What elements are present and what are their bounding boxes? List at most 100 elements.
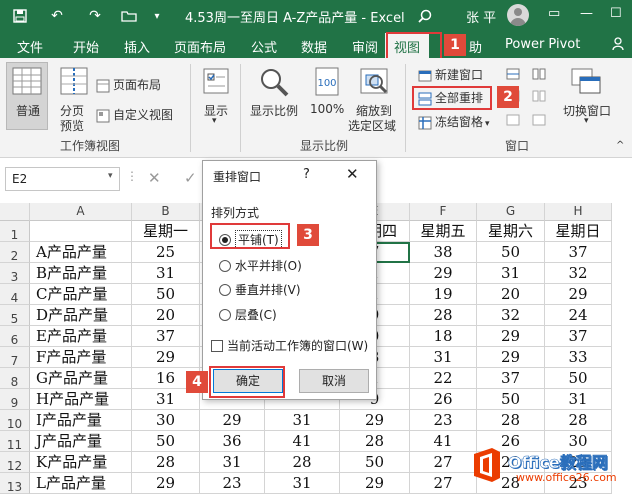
data-cell[interactable]: 28 bbox=[265, 452, 340, 473]
row-header[interactable]: 6 bbox=[0, 326, 30, 347]
zoom-icon[interactable] bbox=[258, 66, 290, 98]
data-cell[interactable]: 20 bbox=[132, 305, 200, 326]
column-header-b[interactable]: B bbox=[132, 203, 200, 221]
data-cell[interactable]: 29 bbox=[200, 410, 265, 431]
page-break-preview-label-2[interactable]: 预览 bbox=[60, 117, 84, 134]
data-cell[interactable]: B产品产量 bbox=[30, 263, 132, 284]
column-header-f[interactable]: F bbox=[410, 203, 477, 221]
data-cell[interactable]: 31 bbox=[200, 452, 265, 473]
sync-scroll-icon[interactable] bbox=[532, 90, 546, 105]
tab-power-pivot[interactable]: Power Pivot bbox=[505, 37, 580, 52]
ribbon-display-icon[interactable]: ▭ bbox=[548, 6, 560, 21]
tab-review[interactable]: 审阅 bbox=[352, 37, 378, 56]
data-cell[interactable]: 28 bbox=[410, 305, 477, 326]
data-cell[interactable]: 28 bbox=[477, 410, 545, 431]
header-cell[interactable]: 星期一 bbox=[132, 221, 200, 242]
column-header-h[interactable]: H bbox=[545, 203, 612, 221]
confirm-entry-icon[interactable]: ✓ bbox=[184, 169, 197, 187]
zoom-to-selection-label-2[interactable]: 选定区域 bbox=[348, 117, 396, 134]
open-folder-icon[interactable] bbox=[118, 6, 140, 26]
tab-data[interactable]: 数据 bbox=[301, 37, 327, 56]
data-cell[interactable]: 31 bbox=[545, 389, 612, 410]
redo-icon[interactable]: ↷ bbox=[84, 6, 106, 26]
header-cell[interactable] bbox=[30, 221, 132, 242]
data-cell[interactable]: 29 bbox=[545, 284, 612, 305]
data-cell[interactable]: 31 bbox=[477, 263, 545, 284]
data-cell[interactable]: 29 bbox=[340, 473, 410, 494]
data-cell[interactable]: 25 bbox=[132, 242, 200, 263]
new-window-button[interactable]: 新建窗口 bbox=[418, 66, 483, 83]
cancel-button[interactable]: 取消 bbox=[299, 369, 369, 393]
customize-qat-icon[interactable]: ▾ bbox=[150, 6, 164, 26]
show-icon[interactable] bbox=[200, 66, 232, 98]
data-cell[interactable]: 38 bbox=[410, 242, 477, 263]
data-cell[interactable]: 23 bbox=[410, 410, 477, 431]
data-cell[interactable]: G产品产量 bbox=[30, 368, 132, 389]
data-cell[interactable]: 31 bbox=[132, 263, 200, 284]
row-header[interactable]: 13 bbox=[0, 473, 30, 494]
active-workbook-checkbox[interactable]: 当前活动工作簿的窗口(W) bbox=[211, 337, 368, 354]
data-cell[interactable]: F产品产量 bbox=[30, 347, 132, 368]
data-cell[interactable]: C产品产量 bbox=[30, 284, 132, 305]
tab-help[interactable]: 助 bbox=[469, 37, 482, 56]
data-cell[interactable]: 29 bbox=[132, 473, 200, 494]
data-cell[interactable]: 50 bbox=[477, 389, 545, 410]
data-cell[interactable]: 31 bbox=[265, 410, 340, 431]
zoom-to-selection-icon[interactable] bbox=[358, 66, 390, 98]
data-cell[interactable]: 28 bbox=[340, 431, 410, 452]
data-cell[interactable]: 32 bbox=[545, 263, 612, 284]
data-cell[interactable]: 28 bbox=[545, 410, 612, 431]
header-cell[interactable]: 星期五 bbox=[410, 221, 477, 242]
header-cell[interactable]: 星期六 bbox=[477, 221, 545, 242]
column-header-a[interactable]: A bbox=[30, 203, 132, 221]
row-header[interactable]: 3 bbox=[0, 263, 30, 284]
data-cell[interactable]: 50 bbox=[477, 242, 545, 263]
row-header[interactable]: 12 bbox=[0, 452, 30, 473]
name-box-dropdown-icon[interactable]: ▾ bbox=[108, 171, 113, 181]
data-cell[interactable]: 32 bbox=[477, 305, 545, 326]
data-cell[interactable]: 19 bbox=[410, 284, 477, 305]
data-cell[interactable]: 31 bbox=[410, 347, 477, 368]
data-cell[interactable]: 26 bbox=[410, 389, 477, 410]
data-cell[interactable]: 50 bbox=[132, 431, 200, 452]
data-cell[interactable]: 37 bbox=[477, 368, 545, 389]
search-icon[interactable] bbox=[415, 6, 435, 26]
zoom-100-label[interactable]: 100% bbox=[310, 102, 344, 116]
data-cell[interactable]: A产品产量 bbox=[30, 242, 132, 263]
minimize-icon[interactable]: — bbox=[580, 6, 593, 21]
data-cell[interactable]: 41 bbox=[265, 431, 340, 452]
row-header[interactable]: 11 bbox=[0, 431, 30, 452]
unhide-icon[interactable] bbox=[506, 114, 520, 129]
data-cell[interactable]: K产品产量 bbox=[30, 452, 132, 473]
data-cell[interactable]: 29 bbox=[410, 263, 477, 284]
data-cell[interactable]: J产品产量 bbox=[30, 431, 132, 452]
zoom-100-icon[interactable]: 100 bbox=[311, 66, 343, 98]
data-cell[interactable]: 36 bbox=[200, 431, 265, 452]
row-header[interactable]: 4 bbox=[0, 284, 30, 305]
data-cell[interactable]: 30 bbox=[132, 410, 200, 431]
data-cell[interactable]: I产品产量 bbox=[30, 410, 132, 431]
reset-position-icon[interactable] bbox=[532, 114, 546, 129]
tab-formulas[interactable]: 公式 bbox=[251, 37, 277, 56]
row-header[interactable]: 1 bbox=[0, 221, 30, 242]
header-cell[interactable]: 星期日 bbox=[545, 221, 612, 242]
share-icon[interactable] bbox=[612, 37, 626, 55]
data-cell[interactable]: 22 bbox=[410, 368, 477, 389]
maximize-icon[interactable]: ☐ bbox=[610, 6, 622, 21]
radio-cascade[interactable]: 层叠(C) bbox=[219, 306, 277, 323]
row-header[interactable]: 10 bbox=[0, 410, 30, 431]
data-cell[interactable]: 31 bbox=[265, 473, 340, 494]
save-icon[interactable] bbox=[10, 6, 30, 26]
data-cell[interactable]: 50 bbox=[132, 284, 200, 305]
radio-horizontal[interactable]: 水平并排(O) bbox=[219, 257, 302, 274]
data-cell[interactable]: 27 bbox=[410, 473, 477, 494]
tab-insert[interactable]: 插入 bbox=[124, 37, 150, 56]
row-header[interactable]: 7 bbox=[0, 347, 30, 368]
select-all-corner[interactable] bbox=[0, 203, 30, 221]
undo-icon[interactable]: ↶ bbox=[46, 6, 68, 26]
view-side-by-side-icon[interactable] bbox=[532, 68, 546, 83]
data-cell[interactable]: 37 bbox=[545, 242, 612, 263]
row-header[interactable]: 9 bbox=[0, 389, 30, 410]
name-box[interactable]: E2 bbox=[5, 167, 120, 191]
data-cell[interactable]: L产品产量 bbox=[30, 473, 132, 494]
